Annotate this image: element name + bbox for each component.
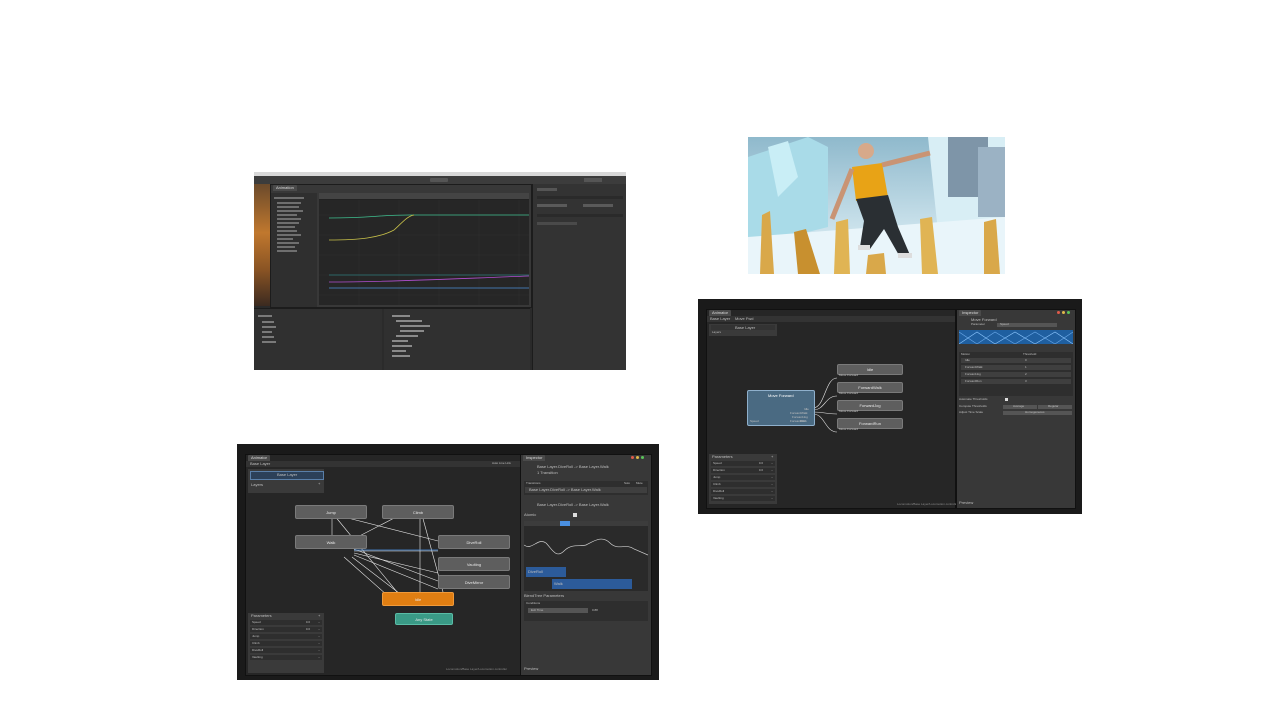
parameter-row[interactable]: Direction 0.0− — [250, 627, 322, 632]
animator-window: Animator Base Layer Move Fwd Base Layer … — [706, 309, 959, 509]
parameter-row[interactable]: Vaulting − — [711, 496, 775, 501]
motion-table: Motion Threshold Idle 0 ForwardWalk 1 Forwar… — [959, 352, 1073, 396]
adjust-time-scale-label: Adjust Time Scale — [959, 410, 984, 414]
inspector-panel — [532, 184, 626, 370]
remove-parameter-icon[interactable]: − — [771, 476, 773, 479]
compute-average-button[interactable]: Average — [1003, 405, 1037, 409]
parameter-row[interactable]: Jump − — [250, 634, 322, 639]
speed-value: 0.00 — [800, 419, 806, 423]
parameter-row[interactable]: Climb − — [250, 641, 322, 646]
animation-window-screenshot: Animation — [254, 172, 626, 370]
blend-tree-node[interactable]: Move Forward Idle ForwardWalk ForwardJog… — [747, 390, 815, 426]
hierarchy-panel — [384, 308, 530, 370]
project-panel — [254, 308, 382, 370]
state-idle[interactable]: Idle — [382, 592, 454, 606]
remove-parameter-icon[interactable]: − — [771, 469, 773, 472]
state-dive-mirror[interactable]: DiveMirror — [438, 575, 510, 589]
state-climb[interactable]: Climb — [382, 505, 454, 519]
automate-thresholds-checkbox[interactable] — [1005, 398, 1008, 401]
parameter-dropdown[interactable]: Speed — [997, 323, 1057, 327]
parameter-row[interactable]: Climb − — [711, 482, 775, 487]
parameters-title: Parameters — [251, 613, 272, 618]
motion-row[interactable]: Idle 0 — [961, 358, 1071, 363]
transition-count: 1 Transition — [537, 470, 558, 475]
parameter-row[interactable]: Jump − — [711, 475, 775, 480]
compute-thresholds-label: Compute Thresholds — [959, 404, 987, 408]
parameter-row[interactable]: Speed 0.0− — [250, 620, 322, 625]
state-vaulting[interactable]: Vaulting — [438, 557, 510, 571]
controller-path: Locomotion/Base Layer/Locomotion.control… — [897, 502, 959, 506]
transition-title: Base Layer.DiveRoll -> Base Layer.Walk — [537, 464, 609, 469]
state-b-label: Walk — [554, 581, 563, 586]
layers-dropdown[interactable] — [584, 178, 602, 182]
parameters-title: Parameters — [712, 454, 733, 459]
remove-parameter-icon[interactable]: − — [771, 483, 773, 486]
state-dive-roll[interactable]: DiveRoll — [438, 535, 510, 549]
preview-footer: Preview — [959, 500, 974, 505]
adjust-time-scale-button[interactable]: Homogeneous — [1003, 411, 1072, 415]
add-parameter-icon[interactable]: + — [318, 614, 320, 618]
parameter-row[interactable]: Direction 0.0− — [711, 468, 775, 473]
parameters-panel: Parameters + Speed 0.0− Direction 0.0− Jump −… — [709, 454, 777, 504]
remove-parameter-icon[interactable]: − — [771, 462, 773, 465]
add-parameter-icon[interactable]: + — [771, 455, 773, 459]
conditions-panel: Conditions Exit Time 0.88 — [524, 601, 648, 621]
speed-param: Speed — [750, 419, 759, 423]
inspector-window: Inspector Base Layer.DiveRoll -> Base La… — [520, 454, 652, 676]
remove-parameter-icon[interactable]: − — [771, 497, 773, 500]
remove-parameter-icon[interactable]: − — [318, 656, 320, 659]
parameter-label: Parameter — [971, 322, 986, 326]
animator-window: Animator Base Layer Auto Live Link Base … — [245, 454, 521, 676]
animation-panel: Animation — [270, 184, 532, 308]
atomic-checkbox[interactable] — [573, 513, 577, 517]
transitions-list: Transitions Solo Mute Base Layer.DiveRol… — [524, 481, 648, 495]
timeline-ruler[interactable] — [319, 193, 529, 200]
remove-parameter-icon[interactable]: − — [318, 649, 320, 652]
blend-params-label: BlendTree Parameters — [524, 593, 565, 598]
tab-inspector[interactable]: Inspector — [523, 455, 546, 461]
motion-row[interactable]: ForwardRun 3 — [961, 379, 1071, 384]
character-render-image — [748, 137, 1005, 274]
blend-graph — [959, 330, 1073, 344]
property-list — [271, 193, 317, 307]
tab-animation[interactable]: Animation — [273, 185, 297, 191]
animator-state-machine-screenshot: Animator Base Layer Auto Live Link Base … — [237, 444, 659, 680]
animator-blend-tree-screenshot: Animator Base Layer Move Fwd Base Layer … — [698, 299, 1082, 514]
condition-param-dropdown[interactable]: Exit Time — [528, 608, 588, 613]
parameter-row[interactable]: DiveRoll − — [711, 489, 775, 494]
parameter-row[interactable]: Speed 0.0− — [711, 461, 775, 466]
remove-parameter-icon[interactable]: − — [318, 621, 320, 624]
character-render-icon — [748, 137, 1005, 274]
automate-thresholds-label: Automate Thresholds — [959, 397, 988, 401]
transition-preview-graph[interactable] — [524, 521, 648, 591]
curve-editor[interactable] — [319, 200, 529, 305]
condition-value[interactable]: 0.88 — [592, 609, 598, 612]
state-a-label: DiveRoll — [528, 569, 543, 574]
state-jump[interactable]: Jump — [295, 505, 367, 519]
controller-path: Locomotion/Base Layer/Locomotion.control… — [446, 667, 508, 671]
inspector-window: Inspector Move Forward Parameter Speed M… — [956, 309, 1076, 509]
remove-parameter-icon[interactable]: − — [771, 490, 773, 493]
tab-inspector[interactable]: Inspector — [959, 310, 982, 316]
remove-parameter-icon[interactable]: − — [318, 642, 320, 645]
state-walk[interactable]: Walk — [295, 535, 367, 549]
parameters-panel: Parameters + Speed 0.0− Direction 0.0− Jump −… — [248, 613, 324, 673]
motion-row[interactable]: ForwardJog 2 — [961, 372, 1071, 377]
scene-view — [254, 184, 270, 306]
state-any-state[interactable]: Any State — [395, 613, 453, 625]
parameter-row[interactable]: DiveRoll − — [250, 648, 322, 653]
play-button[interactable] — [430, 178, 448, 182]
motion-row[interactable]: ForwardWalk 1 — [961, 365, 1071, 370]
atomic-label: Atomic — [524, 512, 537, 517]
compute-regular-button[interactable]: Regular — [1038, 405, 1072, 409]
transition-row[interactable]: Base Layer.DiveRoll -> Base Layer.Walk — [525, 487, 647, 493]
preview-footer: Preview — [524, 666, 539, 671]
transition-subtitle: Base Layer.DiveRoll -> Base Layer.Walk — [537, 502, 609, 507]
remove-parameter-icon[interactable]: − — [318, 628, 320, 631]
parameter-row[interactable]: Vaulting − — [250, 655, 322, 660]
remove-parameter-icon[interactable]: − — [318, 635, 320, 638]
